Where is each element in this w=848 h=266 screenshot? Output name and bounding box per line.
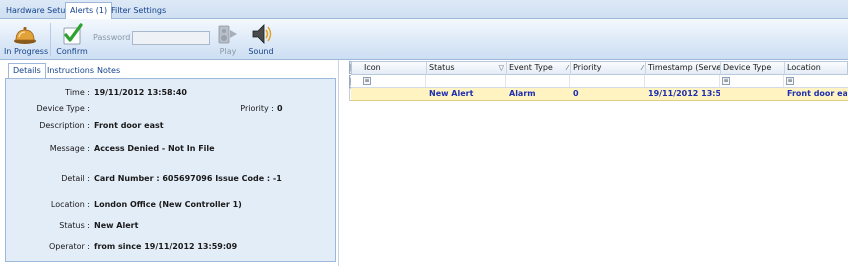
play-label: Play [219, 47, 237, 56]
column-header-location[interactable]: Location [785, 62, 848, 75]
message-value: Access Denied - Not In File [94, 144, 215, 153]
time-value: 19/11/2012 13:58:40 [94, 88, 187, 97]
detail-value: Card Number : 605697096 Issue Code : -1 [94, 174, 282, 183]
tab-instructions[interactable]: Instructions [43, 64, 98, 78]
location-value: London Office (New Controller 1) [94, 200, 242, 209]
in-progress-button[interactable]: In Progress [4, 22, 49, 58]
cell-status: New Alert [429, 89, 474, 98]
column-header-timestamp[interactable]: Timestamp (Server) ⁄ [646, 62, 721, 75]
filter-cell-event-type[interactable] [506, 75, 570, 87]
column-location-label: Location [787, 63, 821, 72]
bell-desk-icon [14, 27, 36, 44]
sound-button[interactable]: Sound [246, 22, 276, 58]
ribbon-toolbar: In Progress Confirm Password Play Sound [0, 19, 848, 60]
sound-label: Sound [248, 47, 274, 56]
priority-label: Priority : [240, 104, 274, 113]
edit-filter-icon[interactable]: ⁄ [642, 62, 643, 74]
checkmark-icon [63, 23, 83, 45]
operator-value: from since 19/11/2012 13:59:09 [94, 242, 238, 251]
grid-filter-row: ≡ ≡ ≡ [351, 75, 848, 88]
filter-condition-icon[interactable]: ≡ [722, 77, 730, 85]
tab-hardware-setup[interactable]: Hardware Setup [2, 3, 74, 19]
confirm-label: Confirm [56, 47, 88, 56]
password-label: Password [93, 33, 131, 42]
column-status-label: Status [429, 63, 455, 72]
column-event-type-label: Event Type [509, 63, 553, 72]
alert-details-pane: Details Instructions Notes Time : 19/11/… [5, 62, 336, 262]
column-header-priority[interactable]: Priority ⁄ [571, 62, 646, 75]
grid-header: Icon Status ▽ Event Type ⁄ Priority ⁄ Times… [351, 61, 848, 75]
filter-cell-icon[interactable]: ≡ [361, 75, 426, 87]
edit-filter-icon[interactable]: ⁄ [717, 62, 718, 74]
filter-cell-location[interactable]: ≡ [784, 75, 847, 87]
tab-filter-settings[interactable]: Filter Settings [107, 3, 170, 19]
description-value: Front door east [94, 121, 164, 130]
tab-notes[interactable]: Notes [93, 64, 124, 78]
cell-icon [361, 88, 426, 100]
status-label: Status : [59, 221, 90, 230]
cell-event-type: Alarm [509, 89, 536, 98]
column-header-status[interactable]: Status ▽ [427, 62, 507, 75]
filter-cell-timestamp[interactable] [645, 75, 720, 87]
cell-timestamp: 19/11/2012 13:5... [648, 89, 720, 98]
time-label: Time : [65, 88, 90, 97]
filter-cell-device-type[interactable]: ≡ [720, 75, 784, 87]
cell-location: Front door east [787, 89, 847, 98]
play-speaker-icon [218, 25, 237, 44]
play-button[interactable]: Play [214, 22, 242, 58]
pane-splitter[interactable] [338, 60, 339, 266]
column-header-event-type[interactable]: Event Type ⁄ [507, 62, 571, 75]
password-input[interactable] [132, 31, 210, 45]
column-header-icon[interactable]: Icon [362, 62, 427, 75]
filter-condition-icon[interactable]: ≡ [786, 77, 794, 85]
filter-condition-icon[interactable]: ≡ [363, 77, 371, 85]
column-icon-label: Icon [364, 63, 381, 72]
edit-filter-icon[interactable]: ⁄ [567, 62, 568, 74]
filter-funnel-icon[interactable]: ▽ [499, 62, 504, 74]
filter-cell-priority[interactable] [570, 75, 645, 87]
details-tab-strip: Details Instructions Notes [5, 62, 336, 79]
speaker-icon [252, 24, 272, 44]
priority-value: 0 [277, 104, 283, 113]
table-row[interactable]: New Alert Alarm 0 19/11/2012 13:5... Fro… [351, 88, 848, 101]
location-label: Location : [50, 200, 90, 209]
status-value: New Alert [94, 221, 139, 230]
description-label: Description : [39, 121, 90, 130]
message-label: Message : [49, 144, 90, 153]
column-header-device-type[interactable]: Device Type [721, 62, 785, 75]
cell-device-type [720, 88, 784, 100]
column-timestamp-label: Timestamp (Server) [648, 63, 721, 72]
filter-cell-status[interactable] [426, 75, 506, 87]
confirm-button[interactable]: Confirm [55, 22, 89, 58]
in-progress-label: In Progress [4, 47, 49, 56]
main-tab-strip: Hardware Setup Alerts (1) Filter Setting… [0, 0, 848, 20]
tab-alerts[interactable]: Alerts (1) [65, 2, 113, 20]
cell-priority: 0 [573, 89, 579, 98]
ribbon-separator [50, 23, 51, 56]
column-priority-label: Priority [573, 63, 602, 72]
details-panel: Time : 19/11/2012 13:58:40 Device Type :… [5, 78, 336, 262]
device-type-label: Device Type : [36, 104, 90, 113]
alerts-grid: Icon Status ▽ Event Type ⁄ Priority ⁄ Times… [351, 61, 848, 103]
tab-details[interactable]: Details [8, 63, 46, 79]
column-device-type-label: Device Type [723, 63, 772, 72]
operator-label: Operator : [48, 242, 90, 251]
detail-label: Detail : [61, 174, 90, 183]
